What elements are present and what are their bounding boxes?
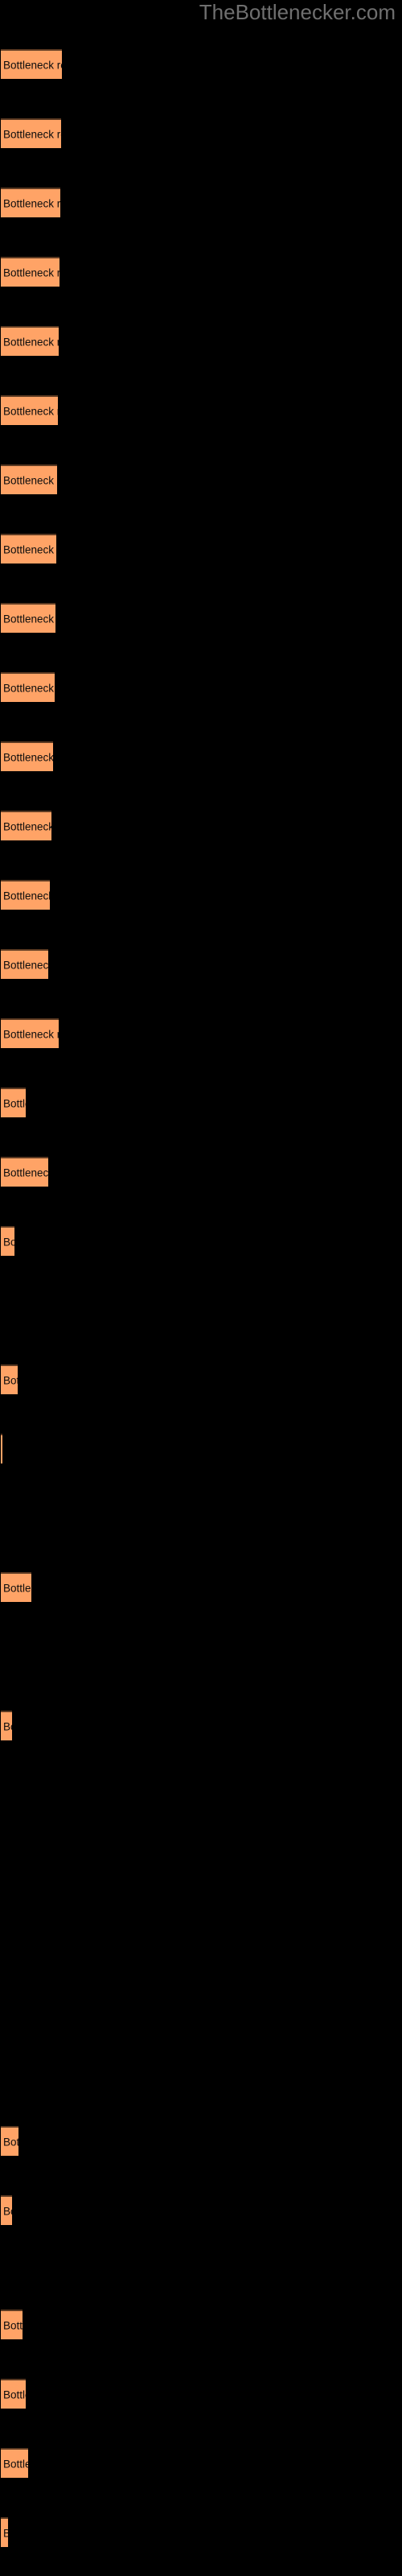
- bar-15: Bottleneck result: [1, 1018, 59, 1048]
- bar-8: Bottleneck result: [1, 534, 56, 564]
- bottleneck-bar-chart: TheBottlenecker.com Bottleneck resultBot…: [0, 0, 402, 2576]
- bar-label: Bottleneck result: [3, 474, 57, 486]
- bar-23: Bottleneck result: [1, 1572, 31, 1602]
- bar-4: Bottleneck result: [1, 257, 59, 287]
- bar-label: Bottleneck result: [3, 682, 55, 694]
- bar-series: Bottleneck result Bottleneck result Bottle…: [0, 0, 402, 2576]
- bar-label: Bottleneck result: [3, 197, 60, 209]
- bar-label: Bottleneck result: [3, 2319, 23, 2331]
- bar-label: Bottleneck result: [3, 1028, 59, 1040]
- bar-label: Bottleneck result: [3, 1166, 48, 1179]
- bar-5: Bottleneck result: [1, 326, 59, 356]
- bar-label: Bottleneck result: [3, 2527, 8, 2539]
- bar-label: Bottleneck result: [3, 613, 55, 625]
- bar-10: Bottleneck result: [1, 672, 55, 702]
- bar-2: Bottleneck result: [1, 118, 61, 148]
- bar-35: Bottleneck result: [1, 2379, 26, 2409]
- bar-11: Bottleneck result: [1, 741, 53, 771]
- bar-6: Bottleneck result: [1, 395, 58, 425]
- bar-37: Bottleneck result: [1, 2517, 8, 2547]
- bar-label: Bottleneck result: [3, 2388, 26, 2401]
- bar-20: Bottleneck result: [1, 1364, 18, 1394]
- bar-16: Bottleneck result: [1, 1088, 26, 1117]
- bar-label: Bottleneck result: [3, 1097, 26, 1109]
- bar-12: Bottleneck result: [1, 811, 51, 840]
- bar-label: Bottleneck result: [3, 1236, 14, 1248]
- bar-label: Bottleneck result: [3, 543, 56, 555]
- bar-label: Bottleneck result: [3, 2458, 28, 2470]
- bar-label: Bottleneck result: [3, 959, 48, 971]
- bar-label: Bottleneck result: [3, 890, 50, 902]
- bar-32: Bottleneck result: [1, 2195, 12, 2225]
- bar-label: Bottleneck result: [3, 2136, 18, 2148]
- bar-label: Bottleneck result: [3, 820, 51, 832]
- bar-14: Bottleneck result: [1, 949, 48, 979]
- bar-label: Bottleneck result: [3, 336, 59, 348]
- bar-21: Bottleneck result: [1, 1434, 2, 1463]
- bar-7: Bottleneck result: [1, 464, 57, 494]
- bar-18: Bottleneck result: [1, 1226, 14, 1256]
- bar-9: Bottleneck result: [1, 603, 55, 633]
- bar-label: Bottleneck result: [3, 1720, 12, 1732]
- bar-label: Bottleneck result: [3, 59, 62, 71]
- bar-36: Bottleneck result: [1, 2448, 28, 2478]
- bar-label: Bottleneck result: [3, 128, 61, 140]
- bar-34: Bottleneck result: [1, 2310, 23, 2339]
- bar-label: Bottleneck result: [3, 266, 59, 279]
- bar-13: Bottleneck result: [1, 880, 50, 910]
- bar-31: Bottleneck result: [1, 2126, 18, 2156]
- bar-25: Bottleneck result: [1, 1711, 12, 1740]
- bar-label: Bottleneck result: [3, 2205, 12, 2217]
- bar-1: Bottleneck result: [1, 49, 62, 79]
- bar-3: Bottleneck result: [1, 188, 60, 217]
- bar-17: Bottleneck result: [1, 1157, 48, 1187]
- bar-label: Bottleneck result: [3, 751, 53, 763]
- bar-label: Bottleneck result: [3, 405, 58, 417]
- bar-label: Bottleneck result: [3, 1374, 18, 1386]
- bar-label: Bottleneck result: [3, 1582, 31, 1594]
